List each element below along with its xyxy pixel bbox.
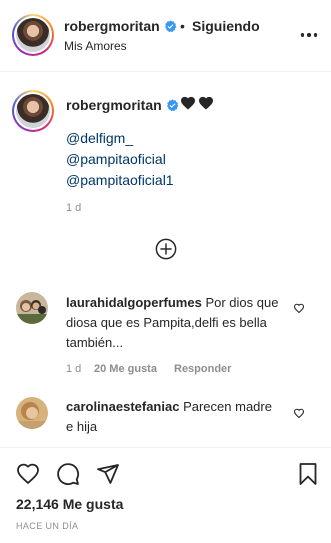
author-username[interactable]: robergmoritan xyxy=(64,18,160,34)
comment-like-heart-icon[interactable] xyxy=(293,302,305,314)
author-avatar[interactable] xyxy=(12,14,54,56)
comment-username[interactable]: carolinaestefaniac xyxy=(66,399,179,414)
comment-likes-count[interactable]: 20 Me gusta xyxy=(94,363,157,375)
following-button[interactable]: Siguiendo xyxy=(192,18,260,34)
more-options-icon[interactable] xyxy=(300,33,317,37)
black-heart-icon xyxy=(181,96,195,110)
author-username-block[interactable]: robergmoritan xyxy=(64,18,177,34)
heart-outline-icon[interactable] xyxy=(16,462,40,486)
verified-badge-icon xyxy=(166,99,179,112)
bookmark-icon[interactable] xyxy=(296,462,320,486)
post-header: robergmoritan • Siguiendo Mis Amores xyxy=(0,0,331,72)
comment-timestamp[interactable]: 1 d xyxy=(66,363,81,375)
caption-timestamp[interactable]: 1 d xyxy=(66,202,81,214)
comment-icon[interactable] xyxy=(56,462,80,486)
commenter-avatar[interactable] xyxy=(16,292,48,324)
comment-like-heart-icon[interactable] xyxy=(293,407,305,419)
verified-badge-icon xyxy=(164,20,177,33)
caption-username-block[interactable]: robergmoritan xyxy=(66,97,179,113)
mention-link[interactable]: @pampitaoficial xyxy=(66,151,166,167)
caption-emoji xyxy=(180,95,214,110)
likes-count[interactable]: 22,146 Me gusta xyxy=(16,496,123,512)
comment-text: laurahidalgoperfumes Por dios que diosa … xyxy=(66,293,282,353)
comment-username[interactable]: laurahidalgoperfumes xyxy=(66,295,202,310)
mention-link[interactable]: @delfigm_ xyxy=(66,130,133,146)
commenter-avatar[interactable] xyxy=(16,397,48,429)
plus-circle-icon[interactable] xyxy=(155,238,177,260)
black-heart-icon xyxy=(199,96,213,110)
post-location[interactable]: Mis Amores xyxy=(64,39,127,53)
caption-author-avatar[interactable] xyxy=(12,90,54,132)
comment-text: carolinaestefaniac Parecen madre e hija xyxy=(66,397,282,437)
header-separator: • xyxy=(180,18,185,34)
share-icon[interactable] xyxy=(96,462,120,486)
post-date[interactable]: Hace un día xyxy=(16,521,78,531)
caption-username[interactable]: robergmoritan xyxy=(66,97,162,113)
reply-button[interactable]: Responder xyxy=(174,363,231,375)
mention-link[interactable]: @pampitaoficial1 xyxy=(66,172,174,188)
